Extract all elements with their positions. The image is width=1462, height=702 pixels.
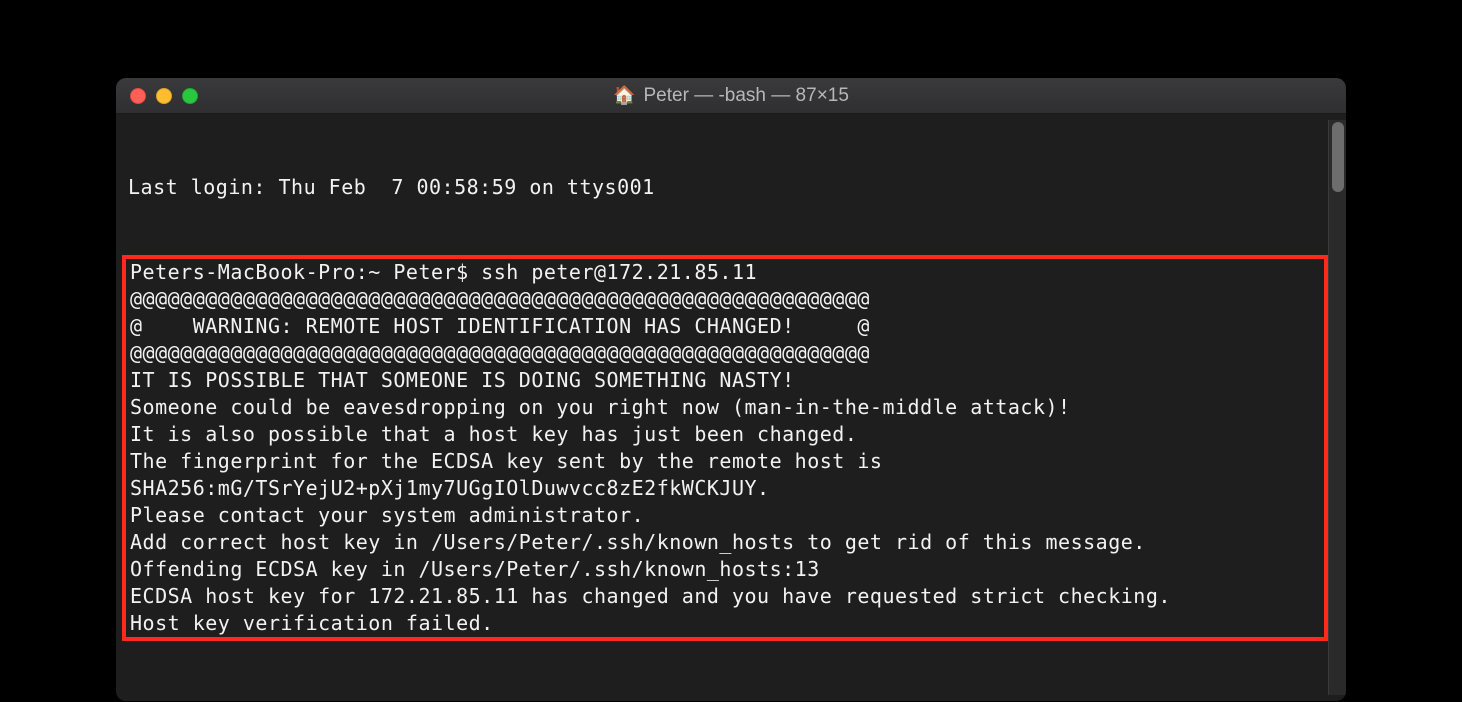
terminal-line: IT IS POSSIBLE THAT SOMEONE IS DOING SOM… bbox=[128, 367, 1324, 394]
terminal-line: @@@@@@@@@@@@@@@@@@@@@@@@@@@@@@@@@@@@@@@@… bbox=[128, 286, 1324, 313]
close-button[interactable] bbox=[130, 88, 146, 104]
window-title-text: Peter — -bash — 87×15 bbox=[644, 85, 849, 107]
terminal-line: Someone could be eavesdropping on you ri… bbox=[128, 394, 1324, 421]
terminal-line: The fingerprint for the ECDSA key sent b… bbox=[128, 448, 1324, 475]
terminal-line: SHA256:mG/TSrYejU2+pXj1my7UGgIOlDuwvcc8z… bbox=[128, 475, 1324, 502]
terminal-line: @ WARNING: REMOTE HOST IDENTIFICATION HA… bbox=[128, 313, 1324, 340]
scrollbar-track[interactable] bbox=[1328, 120, 1346, 695]
terminal-pre-lines: Last login: Thu Feb 7 00:58:59 on ttys00… bbox=[122, 174, 1328, 201]
terminal-highlighted-block: Peters-MacBook-Pro:~ Peter$ ssh peter@17… bbox=[122, 255, 1328, 641]
terminal-line: ECDSA host key for 172.21.85.11 has chan… bbox=[128, 583, 1324, 610]
terminal-line: Last login: Thu Feb 7 00:58:59 on ttys00… bbox=[122, 174, 1328, 201]
terminal-line: Peters-MacBook-Pro:~ Peter$ ssh peter@17… bbox=[128, 259, 1324, 286]
terminal-line: @@@@@@@@@@@@@@@@@@@@@@@@@@@@@@@@@@@@@@@@… bbox=[128, 340, 1324, 367]
terminal-body[interactable]: Last login: Thu Feb 7 00:58:59 on ttys00… bbox=[116, 114, 1346, 701]
terminal-line: Offending ECDSA key in /Users/Peter/.ssh… bbox=[128, 556, 1324, 583]
window-titlebar[interactable]: 🏠 Peter — -bash — 87×15 bbox=[116, 78, 1346, 114]
terminal-line: Host key verification failed. bbox=[128, 610, 1324, 637]
terminal-line: Please contact your system administrator… bbox=[128, 502, 1324, 529]
terminal-content[interactable]: Last login: Thu Feb 7 00:58:59 on ttys00… bbox=[122, 120, 1328, 695]
home-icon: 🏠 bbox=[613, 85, 635, 106]
terminal-line: Add correct host key in /Users/Peter/.ss… bbox=[128, 529, 1324, 556]
minimize-button[interactable] bbox=[156, 88, 172, 104]
window-title: 🏠 Peter — -bash — 87×15 bbox=[116, 85, 1346, 107]
terminal-line: It is also possible that a host key has … bbox=[128, 421, 1324, 448]
terminal-window: 🏠 Peter — -bash — 87×15 Last login: Thu … bbox=[116, 78, 1346, 701]
scrollbar-thumb[interactable] bbox=[1332, 122, 1344, 192]
zoom-button[interactable] bbox=[182, 88, 198, 104]
traffic-lights bbox=[130, 88, 198, 104]
